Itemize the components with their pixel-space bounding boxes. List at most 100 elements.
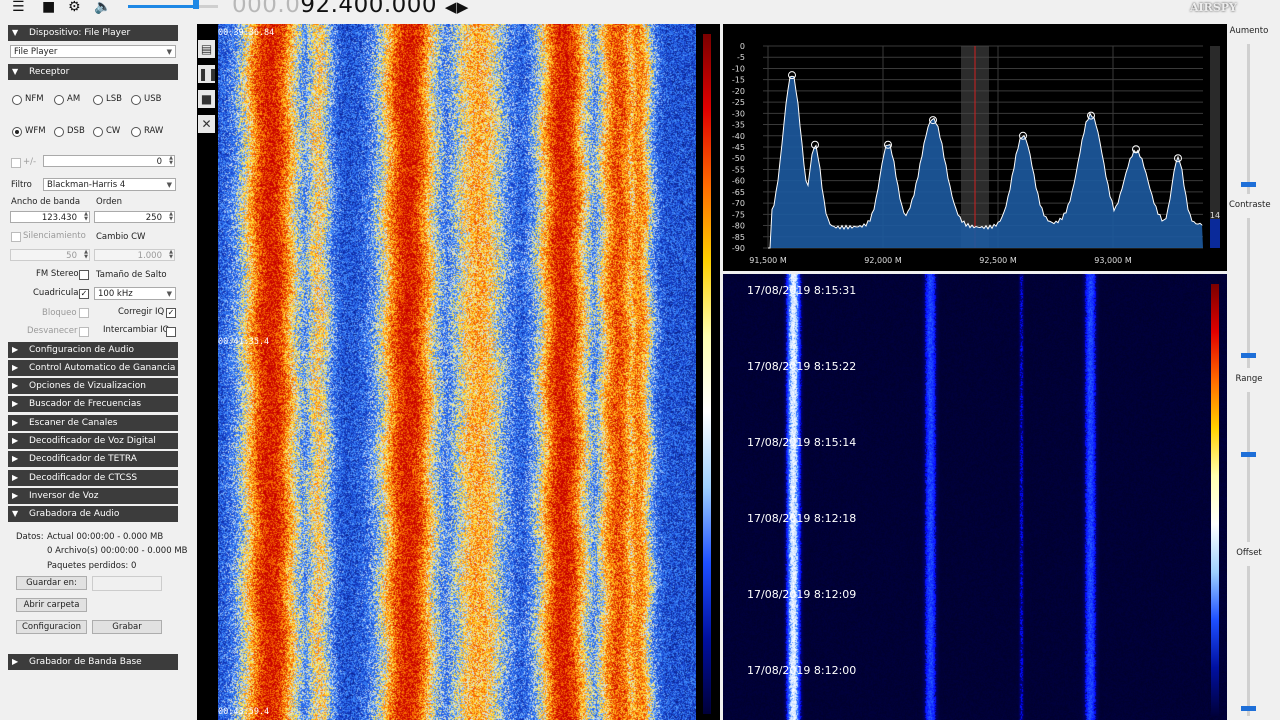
chevron-right-icon: ▶ xyxy=(12,491,19,500)
spinner-icon[interactable]: ▲ ▼ xyxy=(84,212,88,222)
swap-iq-checkbox[interactable] xyxy=(166,327,176,337)
section-digital-voice[interactable]: ▶ Decodificador de Voz Digital xyxy=(8,433,178,449)
spinner-icon[interactable]: ▲ ▼ xyxy=(169,212,173,222)
chevron-right-icon: ▶ xyxy=(12,418,19,427)
bandwidth-input[interactable]: 123.430 ▲ ▼ xyxy=(10,211,90,223)
cw-shift-input[interactable]: 1.000 ▲ ▼ xyxy=(94,249,175,261)
x-tick-label: 92,000 M xyxy=(864,256,902,265)
offset-label: +/- xyxy=(23,157,37,167)
offset-slider-track[interactable] xyxy=(1247,566,1250,716)
stop-icon[interactable]: ■ xyxy=(198,90,215,108)
volume-slider-fill xyxy=(128,5,196,8)
chevron-right-icon: ▶ xyxy=(12,345,19,354)
radio-cw[interactable] xyxy=(93,127,103,137)
section-agc[interactable]: ▶ Control Automatico de Ganancia xyxy=(8,360,178,376)
contrast-slider-thumb[interactable] xyxy=(1241,353,1256,358)
offset-input[interactable]: 0 ▲ ▼ xyxy=(43,155,175,167)
filter-select[interactable]: Blackman-Harris 4 ▼ xyxy=(43,178,176,191)
open-folder-button[interactable]: Abrir carpeta xyxy=(16,598,87,612)
gain-slider-thumb[interactable] xyxy=(1241,182,1256,187)
spinner-icon[interactable]: ▲ ▼ xyxy=(169,156,173,166)
offset-slider-label: Offset xyxy=(1236,548,1262,558)
gain-slider-track[interactable] xyxy=(1247,44,1250,194)
spectrum-plot[interactable]: 0 -5 -10 -15 -20 -25 -30 -35 -40 -45 -50 -55 -60 -65 -… xyxy=(723,24,1227,271)
fade-checkbox[interactable] xyxy=(79,327,89,337)
main-waterfall[interactable]: ▤ ❚❚ ■ ✕ 00:39:36.84 00:41:35.4 00:43:59… xyxy=(197,24,720,720)
chevron-down-icon: ▼ xyxy=(12,67,19,76)
document-icon[interactable]: ▤ xyxy=(198,40,215,58)
section-tetra[interactable]: ▶ Decodificador de TETRA xyxy=(8,451,178,467)
section-channel-scanner[interactable]: ▶ Escaner de Canales xyxy=(8,415,178,431)
mode-label: NFM xyxy=(25,94,44,104)
section-frequency-finder[interactable]: ▶ Buscador de Frecuencias xyxy=(8,396,178,412)
squelch-input[interactable]: 50 ▲ ▼ xyxy=(10,249,90,261)
chevron-down-icon: ▼ xyxy=(12,509,19,518)
level-meter-fill xyxy=(1210,219,1220,248)
save-in-path[interactable] xyxy=(92,576,162,591)
radio-nfm[interactable] xyxy=(12,95,22,105)
section-display-options[interactable]: ▶ Opciones de Vizualizacion xyxy=(8,378,178,394)
order-input[interactable]: 250 ▲ ▼ xyxy=(94,211,175,223)
waterfall-canvas[interactable] xyxy=(218,24,696,720)
section-ctcss[interactable]: ▶ Decodificador de CTCSS xyxy=(8,470,178,486)
y-tick-label: -85 xyxy=(732,233,745,242)
section-audio-recorder[interactable]: ▼ Grabadora de Audio xyxy=(8,506,178,522)
section-receiver[interactable]: ▼ Receptor xyxy=(8,64,178,80)
lock-checkbox[interactable] xyxy=(79,308,89,318)
offset-checkbox[interactable] xyxy=(11,158,21,168)
y-tick-label: -10 xyxy=(732,64,745,73)
snap-label: Cuadricula xyxy=(33,288,79,298)
frequency-step-arrows[interactable]: ◀▶ xyxy=(445,0,469,16)
step-select[interactable]: 100 kHz ▼ xyxy=(94,287,176,300)
secondary-waterfall-canvas[interactable] xyxy=(723,274,1227,720)
record-button[interactable]: Grabar xyxy=(92,620,162,634)
pause-icon[interactable]: ❚❚ xyxy=(198,65,218,83)
volume-slider-thumb[interactable] xyxy=(192,0,199,9)
range-label: Range xyxy=(1235,374,1263,384)
recorder-config-button[interactable]: Configuracion xyxy=(16,620,87,634)
waterfall-timestamp: 17/08/2019 8:15:14 xyxy=(747,436,857,449)
offset-slider-thumb[interactable] xyxy=(1241,706,1256,711)
section-audio-config[interactable]: ▶ Configuracion de Audio xyxy=(8,342,178,358)
secondary-waterfall[interactable]: 17/08/2019 8:15:31 17/08/2019 8:15:22 17… xyxy=(723,274,1227,720)
waterfall-timestamp: 17/08/2019 8:15:31 xyxy=(747,284,857,297)
section-voice-inverter[interactable]: ▶ Inversor de Voz xyxy=(8,488,178,504)
chevron-right-icon: ▶ xyxy=(12,381,19,390)
radio-dsb[interactable] xyxy=(54,127,64,137)
radio-usb[interactable] xyxy=(131,95,141,105)
range-slider-track[interactable] xyxy=(1247,392,1250,542)
mode-label: RAW xyxy=(144,126,164,136)
fm-stereo-checkbox[interactable] xyxy=(79,270,89,280)
frequency-display[interactable]: 000.092.400.000 ◀▶ xyxy=(232,0,469,18)
speaker-icon[interactable]: 🔈 xyxy=(94,0,111,14)
device-select[interactable]: File Player ▼ xyxy=(10,45,176,58)
y-tick-label: -65 xyxy=(732,188,745,197)
mode-label: DSB xyxy=(67,126,85,136)
tools-icon[interactable]: ✕ xyxy=(198,115,215,133)
gear-icon[interactable]: ⚙ xyxy=(68,0,81,14)
save-in-button[interactable]: Guardar en: xyxy=(16,576,87,590)
mode-label: USB xyxy=(144,94,162,104)
stop-icon[interactable]: ■ xyxy=(42,0,55,14)
radio-wfm[interactable] xyxy=(12,127,22,137)
y-tick-label: -30 xyxy=(732,109,745,118)
snap-checkbox[interactable]: ✓ xyxy=(79,289,89,299)
spinner-icon[interactable]: ▲ ▼ xyxy=(169,250,173,260)
radio-raw[interactable] xyxy=(131,127,141,137)
radio-am[interactable] xyxy=(54,95,64,105)
spectrum-panel[interactable]: 0 -5 -10 -15 -20 -25 -30 -35 -40 -45 -50 -55 -60 -65 -… xyxy=(723,24,1227,271)
section-baseband-recorder[interactable]: ▶ Grabador de Banda Base xyxy=(8,654,178,670)
radio-lsb[interactable] xyxy=(93,95,103,105)
y-tick-label: -5 xyxy=(737,53,745,62)
chevron-down-icon: ▼ xyxy=(166,48,172,56)
menu-icon[interactable]: ☰ xyxy=(12,0,25,14)
range-slider-thumb[interactable] xyxy=(1241,452,1256,457)
waterfall-timestamp: 00:43:59.4 xyxy=(218,707,270,717)
squelch-checkbox[interactable] xyxy=(11,232,21,242)
data-label: Datos: xyxy=(16,532,44,542)
contrast-slider-track[interactable] xyxy=(1247,218,1250,368)
section-device[interactable]: ▼ Dispositivo: File Player xyxy=(8,25,178,41)
correct-iq-checkbox[interactable]: ✓ xyxy=(166,308,176,318)
waterfall-timestamp: 17/08/2019 8:12:18 xyxy=(747,512,857,525)
spinner-icon[interactable]: ▲ ▼ xyxy=(84,250,88,260)
